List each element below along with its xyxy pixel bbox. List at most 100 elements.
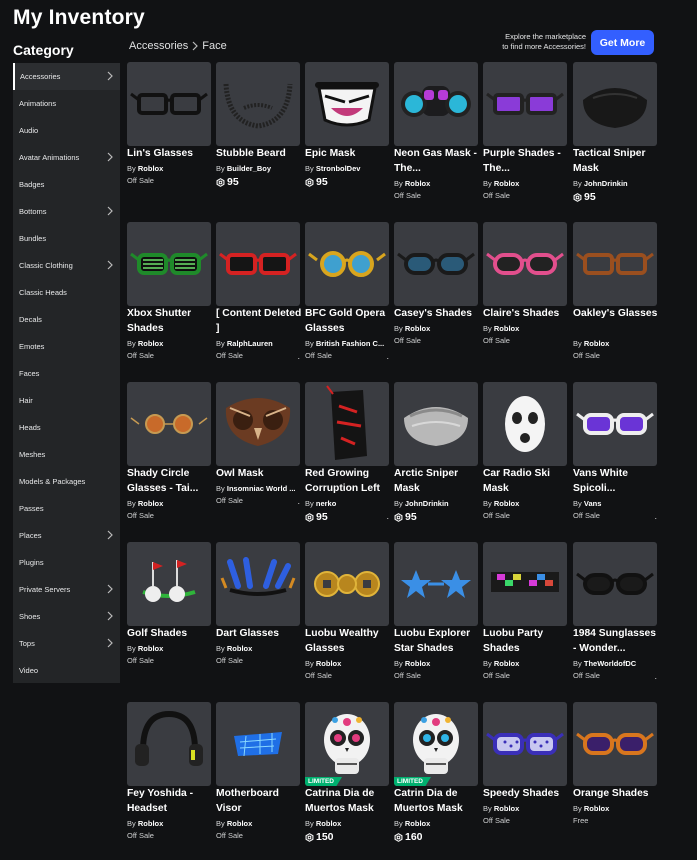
item-card[interactable]: Orange Shades By Roblox Free: [573, 702, 657, 852]
item-thumbnail[interactable]: [573, 222, 657, 306]
item-name[interactable]: Orange Shades: [573, 786, 659, 801]
creator-name[interactable]: Roblox: [138, 164, 163, 173]
sidebar-item-bottoms[interactable]: Bottoms: [13, 198, 120, 225]
creator-name[interactable]: Roblox: [138, 339, 163, 348]
item-name[interactable]: Xbox Shutter Shades: [127, 306, 213, 336]
item-thumbnail[interactable]: [127, 222, 211, 306]
creator-name[interactable]: JohnDrinkin: [405, 499, 449, 508]
item-card[interactable]: Dart Glasses By Roblox Off Sale: [216, 542, 300, 692]
creator-name[interactable]: Roblox: [584, 339, 609, 348]
item-card[interactable]: Claire's Shades By Roblox Off Sale: [483, 222, 567, 372]
sidebar-item-decals[interactable]: Decals: [13, 306, 120, 333]
item-card[interactable]: LIMITED Catrin Dia de Muertos Mask By Robl…: [394, 702, 478, 852]
item-card[interactable]: Casey's Shades By Roblox Off Sale: [394, 222, 478, 372]
creator-name[interactable]: Roblox: [494, 499, 519, 508]
item-name[interactable]: Stubble Beard: [216, 146, 302, 161]
item-card[interactable]: Tactical Sniper Mask By JohnDrinkin 95: [573, 62, 657, 212]
creator-name[interactable]: Roblox: [138, 499, 163, 508]
sidebar-item-classic-clothing[interactable]: Classic Clothing: [13, 252, 120, 279]
item-name[interactable]: Luobu Explorer Star Shades: [394, 626, 480, 656]
item-card[interactable]: Luobu Explorer Star Shades By Roblox Off S…: [394, 542, 478, 692]
sidebar-item-private-servers[interactable]: Private Servers: [13, 576, 120, 603]
creator-name[interactable]: Insomniac World ...: [227, 484, 296, 493]
item-thumbnail[interactable]: [483, 702, 567, 786]
item-card[interactable]: Lin's Glasses By Roblox Off Sale: [127, 62, 211, 212]
item-card[interactable]: Vans White Spicoli... By Vans Off Sale.: [573, 382, 657, 532]
creator-name[interactable]: Roblox: [138, 819, 163, 828]
item-name[interactable]: Oakley's Glasses: [573, 306, 659, 321]
item-name[interactable]: Catrina Dia de Muertos Mask: [305, 786, 391, 816]
item-thumbnail[interactable]: LIMITED: [394, 702, 478, 786]
sidebar-item-plugins[interactable]: Plugins: [13, 549, 120, 576]
item-thumbnail[interactable]: [216, 542, 300, 626]
item-name[interactable]: Owl Mask: [216, 466, 302, 481]
item-card[interactable]: [ Content Deleted ] By RalphLauren Off Sal…: [216, 222, 302, 372]
item-name[interactable]: Motherboard Visor: [216, 786, 302, 816]
sidebar-item-badges[interactable]: Badges: [13, 171, 120, 198]
item-thumbnail[interactable]: [394, 62, 478, 146]
item-name[interactable]: [ Content Deleted ]: [216, 306, 302, 336]
item-card[interactable]: 1984 Sunglasses - Wonder... By TheWorldof…: [573, 542, 657, 692]
item-thumbnail[interactable]: [573, 542, 657, 626]
item-name[interactable]: Red Growing Corruption Left: [305, 466, 391, 496]
creator-name[interactable]: Roblox: [584, 804, 609, 813]
item-name[interactable]: Claire's Shades: [483, 306, 569, 321]
item-name[interactable]: Dart Glasses: [216, 626, 302, 641]
creator-name[interactable]: Roblox: [494, 179, 519, 188]
creator-name[interactable]: Roblox: [494, 324, 519, 333]
item-thumbnail[interactable]: [216, 382, 300, 466]
creator-name[interactable]: Builder_Boy: [227, 164, 271, 173]
creator-name[interactable]: British Fashion C...: [316, 339, 384, 348]
item-thumbnail[interactable]: [483, 62, 567, 146]
sidebar-item-hair[interactable]: Hair: [13, 387, 120, 414]
item-card[interactable]: Red Growing Corruption Left By nerko 95.: [305, 382, 389, 532]
sidebar-item-video[interactable]: Video: [13, 657, 120, 684]
creator-name[interactable]: Vans: [584, 499, 602, 508]
item-thumbnail[interactable]: [127, 542, 211, 626]
item-name[interactable]: Luobu Wealthy Glasses: [305, 626, 391, 656]
item-thumbnail[interactable]: [305, 542, 389, 626]
item-card[interactable]: Owl Mask By Insomniac World ... Off Sale.: [216, 382, 300, 532]
item-card[interactable]: Epic Mask By StronbolDev 95: [305, 62, 389, 212]
item-name[interactable]: Catrin Dia de Muertos Mask: [394, 786, 480, 816]
creator-name[interactable]: RalphLauren: [227, 339, 273, 348]
item-thumbnail[interactable]: [483, 222, 567, 306]
item-card[interactable]: Xbox Shutter Shades By Roblox Off Sale: [127, 222, 211, 372]
item-name[interactable]: Speedy Shades: [483, 786, 569, 801]
item-name[interactable]: Casey's Shades: [394, 306, 480, 321]
item-card[interactable]: Luobu Party Shades By Roblox Off Sale: [483, 542, 567, 692]
item-name[interactable]: 1984 Sunglasses - Wonder...: [573, 626, 659, 656]
item-card[interactable]: Fey Yoshida - Headset By Roblox Off Sale: [127, 702, 211, 852]
item-thumbnail[interactable]: [305, 62, 389, 146]
item-card[interactable]: Car Radio Ski Mask By Roblox Off Sale: [483, 382, 567, 532]
sidebar-item-meshes[interactable]: Meshes: [13, 441, 120, 468]
item-thumbnail[interactable]: [394, 222, 478, 306]
creator-name[interactable]: Roblox: [405, 659, 430, 668]
item-name[interactable]: Purple Shades - The...: [483, 146, 569, 176]
creator-name[interactable]: nerko: [316, 499, 336, 508]
item-name[interactable]: Vans White Spicoli...: [573, 466, 659, 496]
sidebar-item-models-packages[interactable]: Models & Packages: [13, 468, 120, 495]
item-name[interactable]: Luobu Party Shades: [483, 626, 569, 656]
creator-name[interactable]: Roblox: [316, 819, 341, 828]
sidebar-item-faces[interactable]: Faces: [13, 360, 120, 387]
item-name[interactable]: Fey Yoshida - Headset: [127, 786, 213, 816]
item-thumbnail[interactable]: [216, 62, 300, 146]
item-card[interactable]: Purple Shades - The... By Roblox Off Sale: [483, 62, 567, 212]
creator-name[interactable]: Roblox: [227, 819, 252, 828]
sidebar-item-accessories[interactable]: Accessories: [13, 63, 120, 90]
item-thumbnail[interactable]: [394, 382, 478, 466]
creator-name[interactable]: Roblox: [405, 819, 430, 828]
item-name[interactable]: Arctic Sniper Mask: [394, 466, 480, 496]
item-thumbnail[interactable]: [305, 382, 389, 466]
creator-name[interactable]: Roblox: [405, 179, 430, 188]
item-thumbnail[interactable]: LIMITED: [305, 702, 389, 786]
item-card[interactable]: Luobu Wealthy Glasses By Roblox Off Sale: [305, 542, 389, 692]
sidebar-item-places[interactable]: Places: [13, 522, 120, 549]
item-thumbnail[interactable]: [216, 222, 300, 306]
creator-name[interactable]: JohnDrinkin: [584, 179, 628, 188]
item-name[interactable]: Car Radio Ski Mask: [483, 466, 569, 496]
creator-name[interactable]: Roblox: [405, 324, 430, 333]
item-name[interactable]: Tactical Sniper Mask: [573, 146, 659, 176]
item-name[interactable]: BFC Gold Opera Glasses: [305, 306, 391, 336]
